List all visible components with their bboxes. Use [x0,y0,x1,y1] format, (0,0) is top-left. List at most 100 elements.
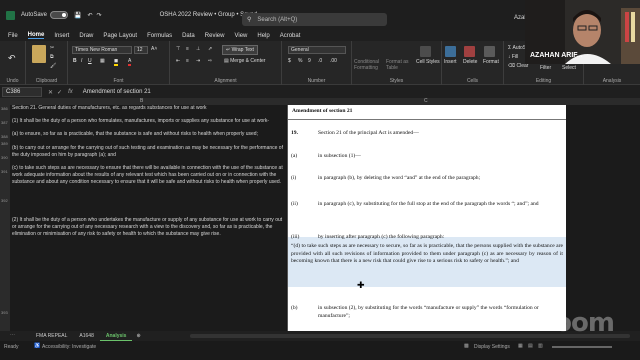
orientation-icon[interactable]: ⇗ [208,46,212,52]
page-layout-view-icon[interactable]: ▤ [528,343,533,349]
menu-tab-file[interactable]: File [8,33,18,39]
format-cells-button[interactable]: Format [483,59,499,65]
row-number[interactable] [0,239,10,246]
fill-color-icon[interactable]: ◼ [114,58,119,66]
align-center-icon[interactable]: ≡ [186,58,189,64]
borders-icon[interactable]: ▦ [100,58,105,64]
row-number[interactable] [0,302,10,309]
autosave-toggle[interactable] [50,11,69,19]
font-name-dropdown[interactable]: Times New Roman [72,46,132,54]
row-number[interactable] [0,183,10,190]
cell-text-b[interactable]: (1) It shall be the duty of a person who… [12,118,286,125]
sheet-tab-a1648[interactable]: A1648 [73,331,99,341]
decrease-decimal-icon[interactable]: .00 [330,58,337,64]
accessibility-status[interactable]: Accessibility: Investigate [42,344,96,350]
column-c-cells[interactable]: Amendment of section 21 19. Section 21 of… [287,105,567,331]
cell-text-b[interactable]: Section 21. General duties of manufactur… [12,105,286,112]
menu-tab-formulas[interactable]: Formulas [147,33,172,39]
column-header-c[interactable]: C [424,98,428,104]
row-number[interactable] [0,295,10,302]
search-input[interactable]: ⚲ Search (Alt+Q) [242,13,387,26]
sheet-tab-analysis[interactable]: Analysis [99,331,133,341]
column-b-cells[interactable]: Section 21. General duties of manufactur… [10,105,286,331]
cell-text-b[interactable]: (a) to ensure, so far as is practicable,… [12,131,286,138]
row-number[interactable] [0,253,10,260]
row-number[interactable] [0,274,10,281]
align-left-icon[interactable]: ⇤ [176,58,180,64]
cell-text-b[interactable]: (c) to take such steps as are necessary … [12,165,286,187]
menu-tab-draw[interactable]: Draw [79,33,93,39]
menu-tab-view[interactable]: View [234,33,247,39]
row-number[interactable]: 388 [0,133,10,140]
sheet-tab-fma-repeal[interactable]: FMA REPEAL [30,331,73,341]
row-number[interactable] [0,316,10,323]
undo-quick-icon[interactable]: ↶ [88,12,93,19]
comma-icon[interactable]: 9 [308,58,311,64]
font-color-icon[interactable]: A [128,58,132,66]
spreadsheet-grid[interactable]: B C 386 387 388 389 390 391 392 393 Section 21.… [0,98,640,331]
cell-text-b[interactable]: (b) to carry out or arrange for the carr… [12,145,286,159]
row-number[interactable] [0,281,10,288]
percent-icon[interactable]: % [298,58,302,64]
display-settings-button[interactable]: Display Settings [474,344,510,350]
row-number[interactable]: 391 [0,168,10,175]
italic-button[interactable]: I [81,58,82,64]
name-box[interactable]: C386 [2,87,42,97]
row-number[interactable] [0,246,10,253]
menu-tab-data[interactable]: Data [182,33,195,39]
menu-tab-home[interactable]: Home [27,32,45,39]
zoom-slider[interactable] [552,346,612,348]
page-break-view-icon[interactable]: ▥ [538,343,543,349]
align-bottom-icon[interactable]: ⊥ [196,46,200,52]
menu-tab-help[interactable]: Help [257,33,269,39]
row-number[interactable] [0,260,10,267]
align-right-icon[interactable]: ⇥ [196,58,200,64]
cut-icon[interactable]: ✂ [50,45,54,51]
cell-text-b[interactable]: (2) It shall be the duty of a person who… [12,217,286,239]
indent-icon[interactable]: ⇨ [208,58,212,64]
copy-icon[interactable]: ⧉ [50,54,54,60]
menu-tab-page-layout[interactable]: Page Layout [103,33,137,39]
menu-tab-review[interactable]: Review [205,33,225,39]
row-number[interactable] [0,267,10,274]
row-number[interactable] [0,288,10,295]
menu-tab-acrobat[interactable]: Acrobat [280,33,301,39]
format-painter-icon[interactable]: 🖌 [50,63,56,69]
display-settings-icon[interactable]: ▩ [464,343,469,349]
row-number[interactable] [0,323,10,330]
redo-quick-icon[interactable]: ↷ [97,12,102,19]
row-number[interactable] [0,147,10,154]
row-number[interactable] [0,190,10,197]
row-number[interactable] [0,232,10,239]
add-sheet-icon[interactable]: ⋯ [10,332,15,338]
row-number[interactable] [0,204,10,211]
merge-center-button[interactable]: ▤ Merge & Center [224,58,265,64]
row-number[interactable] [0,126,10,133]
accessibility-icon[interactable]: ♿ [34,343,40,349]
currency-icon[interactable]: $ [288,58,291,64]
row-number[interactable]: 390 [0,154,10,161]
wrap-text-button[interactable]: ↵ Wrap Text [222,45,258,55]
align-middle-icon[interactable]: ≡ [186,46,189,52]
number-format-dropdown[interactable]: General [288,46,346,54]
cancel-edit-icon[interactable]: ✕ [48,89,53,96]
paste-icon[interactable] [32,45,46,63]
row-number[interactable]: 386 [0,105,10,112]
row-number[interactable] [0,225,10,232]
delete-cells-button[interactable]: Delete [463,59,477,65]
row-number[interactable] [0,218,10,225]
selected-cell-title[interactable]: Amendment of section 21 [288,105,566,120]
new-sheet-button[interactable]: ⊕ [136,333,140,339]
format-as-table-button[interactable]: Format as Table [386,59,414,71]
fill-button[interactable]: ↓ Fill [508,54,518,60]
normal-view-icon[interactable]: ▦ [518,343,523,349]
row-number[interactable] [0,175,10,182]
font-size-dropdown[interactable]: 12 [134,46,148,54]
conditional-formatting-button[interactable]: Conditional Formatting [354,59,384,71]
increase-decimal-icon[interactable]: .0 [318,58,322,64]
insert-cells-button[interactable]: Insert [444,59,457,65]
row-number[interactable]: 393 [0,309,10,316]
row-number[interactable]: 387 [0,119,10,126]
confirm-edit-icon[interactable]: ✓ [57,89,62,96]
underline-button[interactable]: U [88,58,92,64]
